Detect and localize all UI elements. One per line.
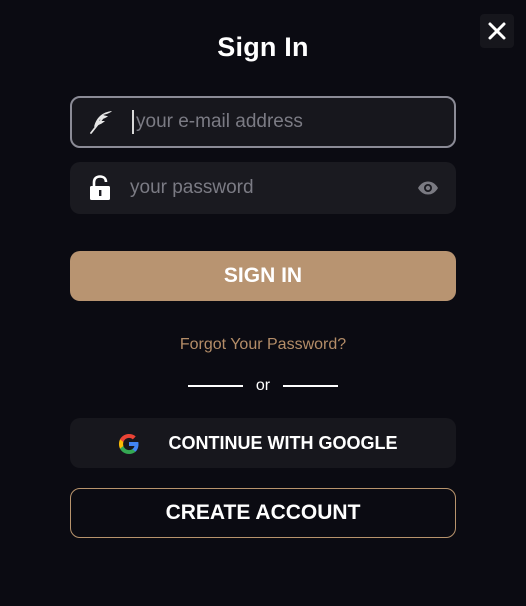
dialog-title: Sign In xyxy=(217,32,309,62)
email-input[interactable] xyxy=(136,98,454,146)
google-button-label: CONTINUE WITH GOOGLE xyxy=(168,432,398,453)
text-caret xyxy=(132,110,134,134)
password-field[interactable] xyxy=(70,162,456,214)
continue-with-google-button[interactable]: CONTINUE WITH GOOGLE xyxy=(70,418,456,468)
eye-icon[interactable] xyxy=(408,181,448,195)
email-field[interactable] xyxy=(70,96,456,148)
divider-line-right xyxy=(282,385,338,387)
forgot-password-link[interactable]: Forgot Your Password? xyxy=(0,336,526,354)
feather-icon xyxy=(72,108,132,136)
divider-line-left xyxy=(188,385,243,387)
lock-icon xyxy=(70,174,130,202)
password-input[interactable] xyxy=(130,162,408,214)
create-account-button[interactable]: CREATE ACCOUNT xyxy=(70,488,456,538)
sign-in-button[interactable]: SIGN IN xyxy=(70,251,456,301)
or-divider: or xyxy=(188,376,338,396)
or-label: or xyxy=(255,377,271,394)
